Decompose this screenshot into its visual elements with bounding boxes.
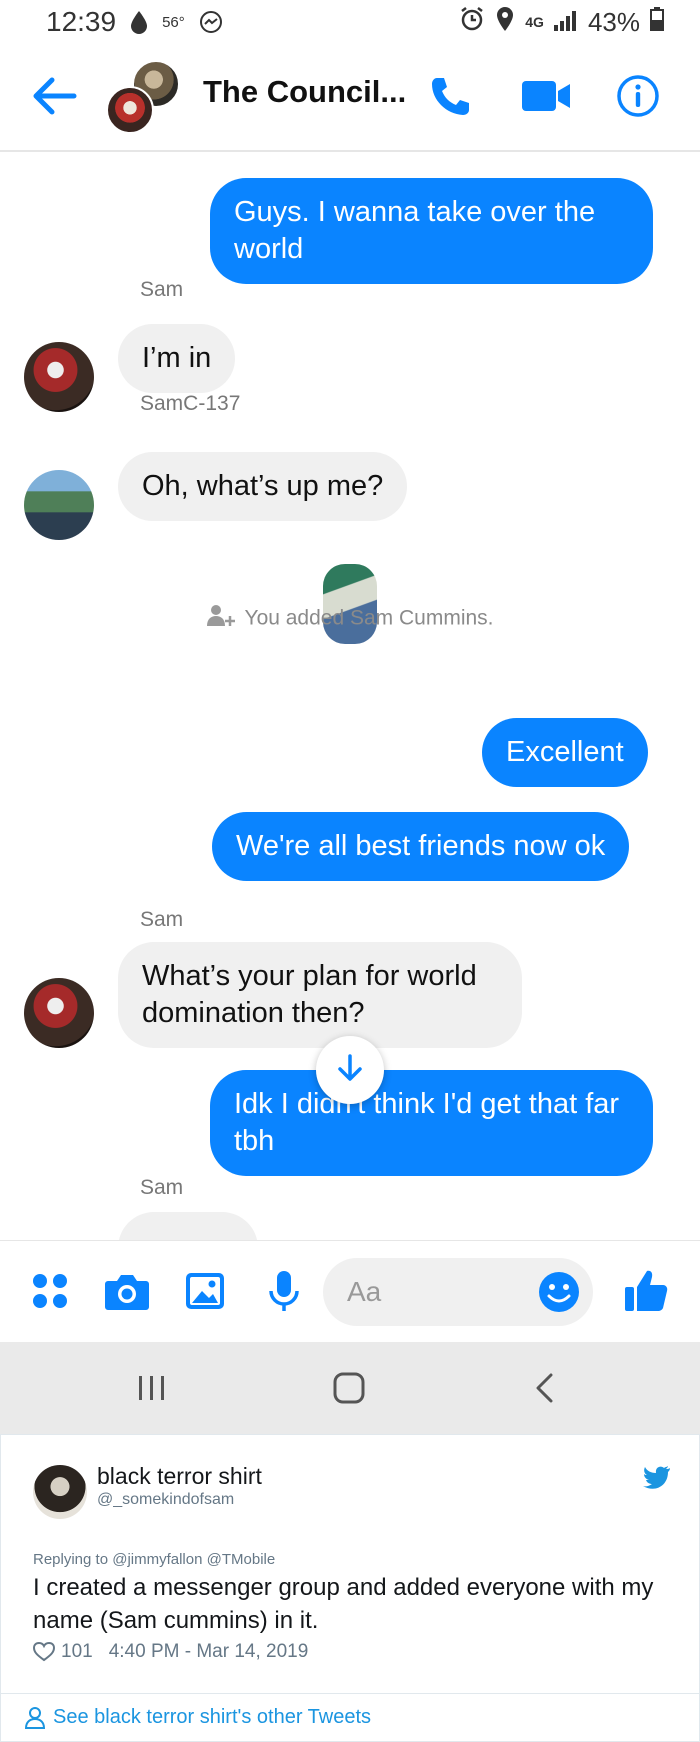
home-icon[interactable]	[325, 1364, 373, 1412]
back-icon[interactable]	[520, 1364, 568, 1412]
phone-icon[interactable]	[426, 72, 474, 120]
incoming-message[interactable]: Oh, what’s up me?	[118, 452, 408, 521]
sender-name: SamC-137	[140, 392, 241, 415]
tweet-like-count: 101	[61, 1641, 93, 1662]
info-icon[interactable]	[614, 72, 662, 120]
arrow-down-icon	[336, 1053, 364, 1088]
status-temperature: 56°	[162, 13, 185, 31]
network-type: 4G	[525, 14, 544, 30]
outgoing-message[interactable]: We're all best friends now ok	[212, 812, 630, 881]
add-person-icon	[206, 604, 238, 634]
message-input-box[interactable]	[323, 1258, 593, 1326]
microphone-icon[interactable]	[260, 1267, 308, 1315]
sender-avatar[interactable]	[24, 978, 94, 1048]
location-icon	[495, 6, 515, 39]
messenger-icon	[199, 10, 223, 34]
message-input[interactable]	[347, 1270, 527, 1314]
tweet-author-handle[interactable]: @_somekindofsam	[97, 1491, 234, 1509]
sender-avatar[interactable]	[24, 342, 94, 412]
outgoing-message[interactable]: Idk I didn't think I'd get that far tbh	[210, 1070, 653, 1176]
system-message-text: You added Sam Cummins.	[244, 606, 494, 630]
group-avatar[interactable]	[106, 60, 182, 136]
sender-avatar[interactable]	[24, 470, 94, 540]
back-arrow-icon[interactable]	[30, 74, 80, 118]
incoming-message[interactable]: I’m in	[118, 324, 236, 393]
scroll-to-bottom-button[interactable]	[316, 1036, 384, 1104]
member-avatar	[106, 86, 154, 134]
sender-name: Sam	[140, 278, 184, 301]
battery-icon	[650, 6, 664, 38]
tweet-author-name[interactable]: black terror shirt	[97, 1463, 262, 1490]
system-navigation-bar	[0, 1342, 700, 1434]
sender-name: Sam	[140, 908, 184, 931]
battery-percent: 43%	[587, 6, 640, 37]
emoji-icon[interactable]	[537, 1270, 581, 1314]
incoming-message[interactable]: What’s your plan for world domination th…	[118, 942, 522, 1048]
water-drop-icon	[130, 10, 148, 34]
tweet-meta: 101 4:40 PM - Mar 14, 2019	[33, 1641, 308, 1663]
tweet-other-tweets-link[interactable]: See black terror shirt's other Tweets	[1, 1693, 699, 1741]
recent-apps-icon[interactable]	[128, 1364, 176, 1412]
video-call-icon[interactable]	[522, 72, 570, 120]
group-title[interactable]: The Council...	[203, 74, 406, 110]
sender-name: Sam	[140, 1176, 184, 1199]
status-time: 12:39	[46, 6, 117, 37]
camera-icon[interactable]	[103, 1267, 151, 1315]
incoming-message-partial[interactable]	[118, 1212, 258, 1240]
message-list[interactable]: Guys. I wanna take over the world Sam I’…	[0, 152, 700, 1240]
more-apps-icon[interactable]	[26, 1267, 74, 1315]
signal-icon	[553, 7, 578, 38]
tweet-card: black terror shirt @_somekindofsam Reply…	[0, 1434, 700, 1742]
outgoing-message[interactable]: Guys. I wanna take over the world	[210, 178, 653, 284]
heart-icon[interactable]	[33, 1642, 55, 1662]
outgoing-message[interactable]: Excellent	[482, 718, 648, 787]
message-composer	[0, 1240, 700, 1342]
status-bar: 12:39 56° 4G 43%	[0, 0, 700, 44]
twitter-bird-icon[interactable]	[643, 1465, 671, 1489]
tweet-timestamp[interactable]: 4:40 PM - Mar 14, 2019	[109, 1641, 309, 1663]
person-icon	[25, 1706, 45, 1729]
gallery-icon[interactable]	[181, 1267, 229, 1315]
system-message: You added Sam Cummins.	[0, 604, 700, 634]
tweet-author-avatar[interactable]	[33, 1465, 87, 1519]
like-thumbs-up-icon[interactable]	[622, 1267, 670, 1315]
conversation-header: The Council...	[0, 44, 700, 152]
alarm-icon	[459, 6, 485, 39]
tweet-replying-to[interactable]: Replying to @jimmyfallon @TMobile	[33, 1551, 275, 1568]
tweet-other-tweets-label[interactable]: See black terror shirt's other Tweets	[53, 1706, 371, 1729]
tweet-text: I created a messenger group and added ev…	[33, 1574, 654, 1634]
